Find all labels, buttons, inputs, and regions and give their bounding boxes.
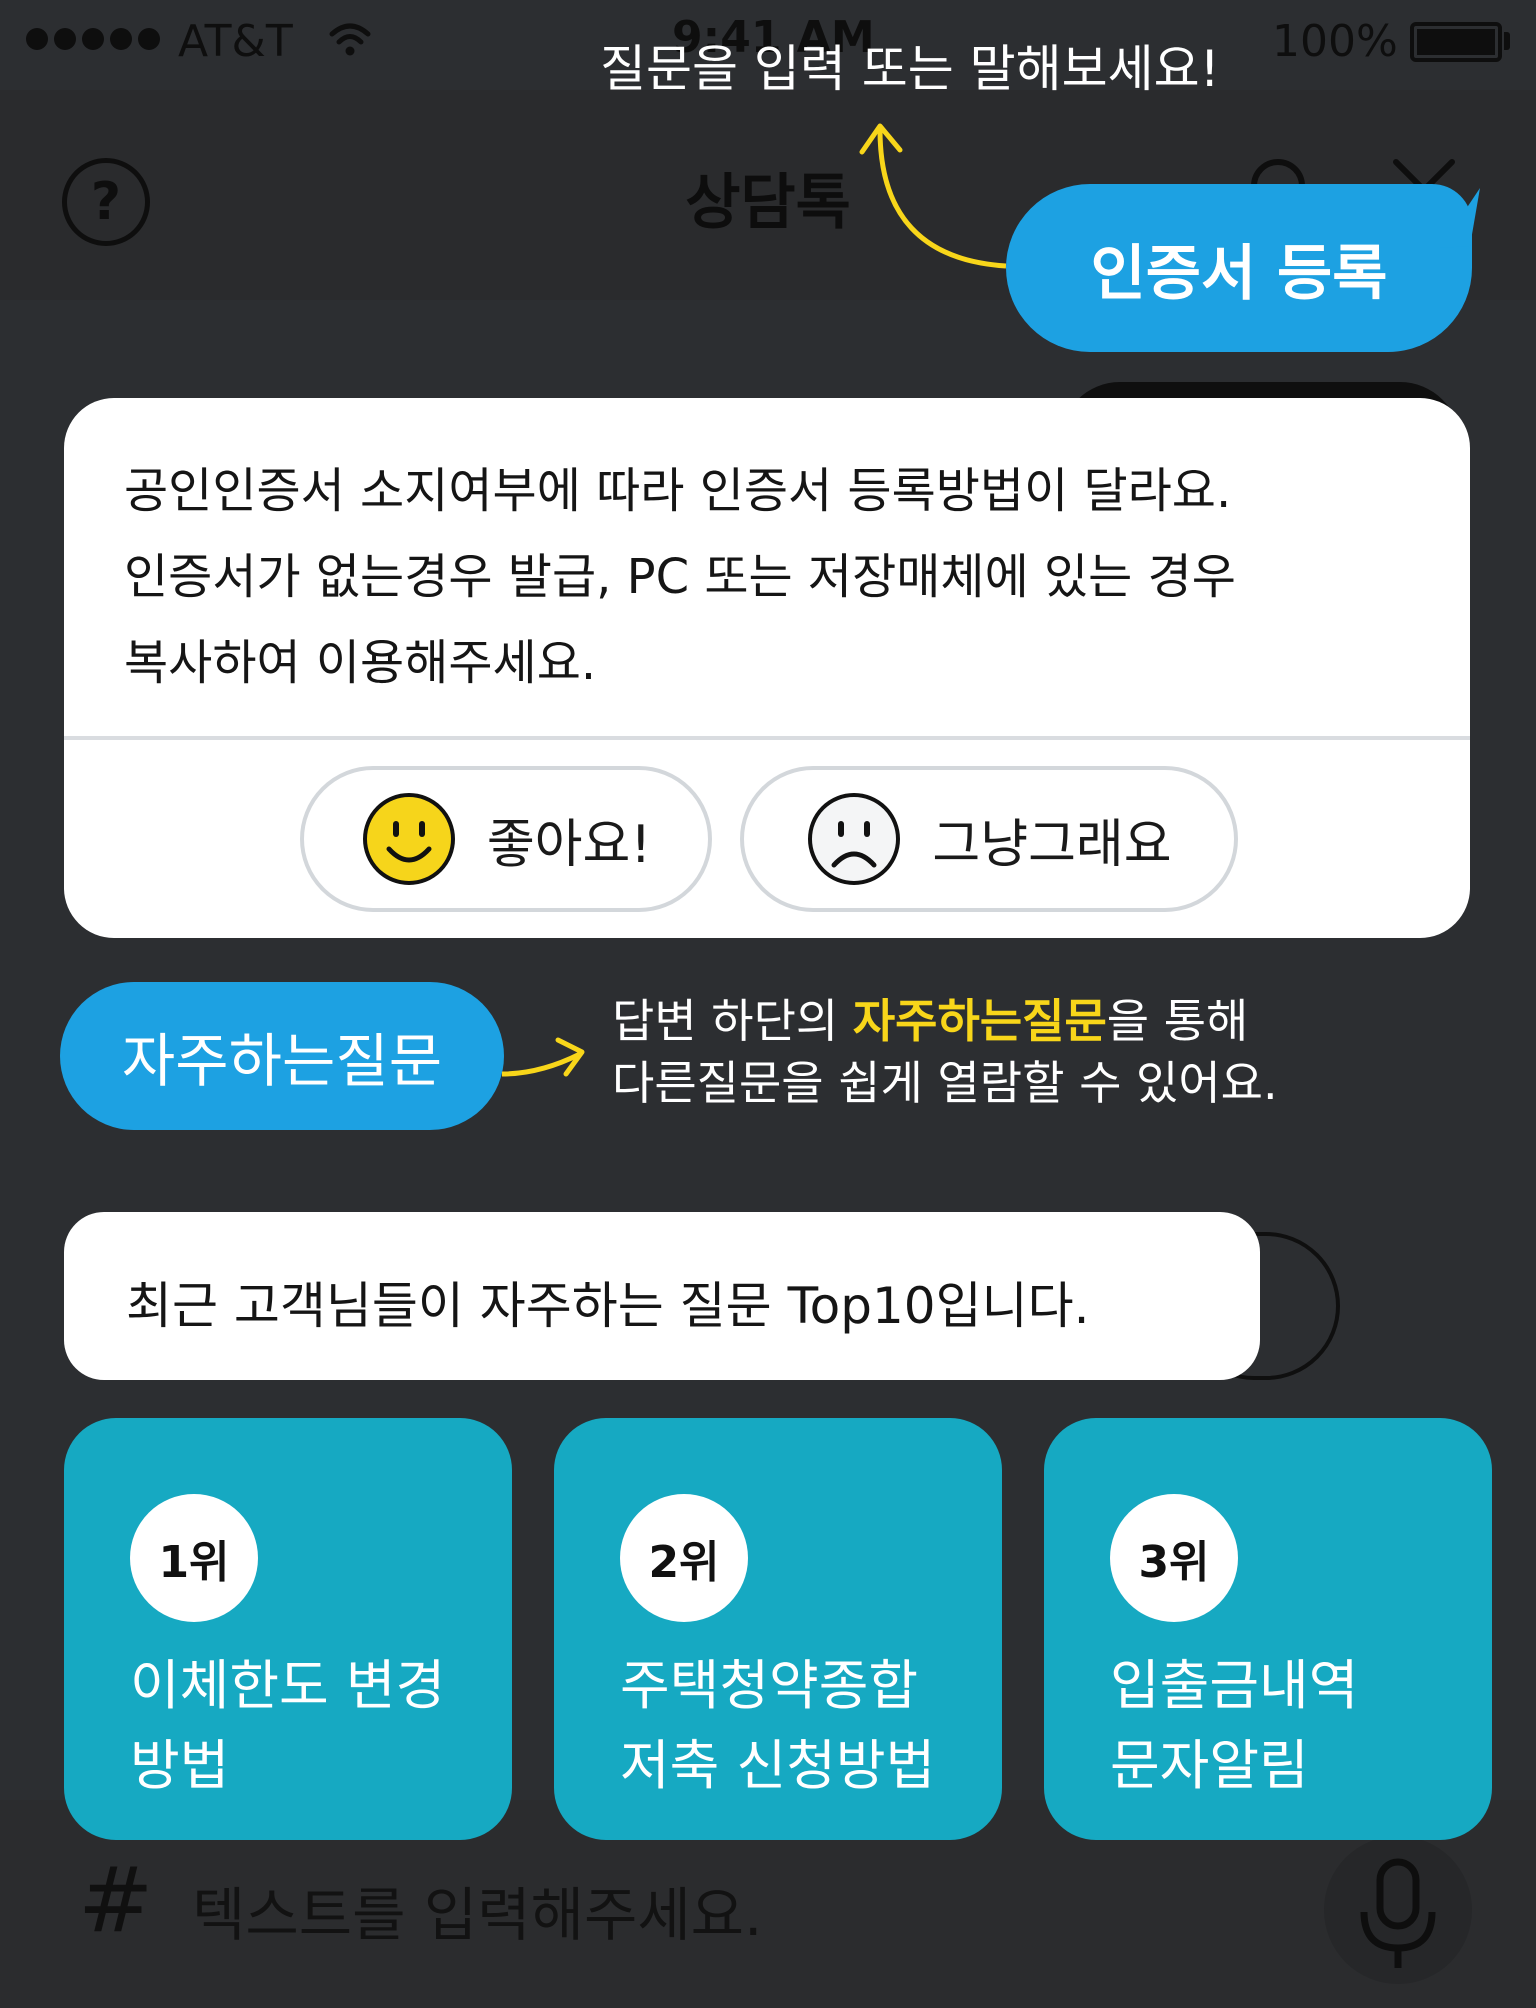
question-title: 입출금내역 문자알림 [1110, 1646, 1480, 1806]
question-line: 이체한도 변경 [130, 1654, 446, 1717]
battery-percent: 100% [1272, 16, 1398, 67]
answer-line: 공인인증서 소지여부에 따라 인증서 등록방법이 달라요. [124, 463, 1232, 519]
question-title: 주택청약종합 저축 신청방법 [620, 1646, 990, 1806]
hint-faq-text: 답변 하단의 [612, 994, 853, 1048]
like-button[interactable]: 좋아요! [300, 766, 712, 912]
user-question-bubble: 인증서 등록 [1006, 184, 1472, 352]
top-question-card[interactable]: 2위 주택청약종합 저축 신청방법 [554, 1418, 1002, 1840]
question-line: 방법 [130, 1734, 230, 1797]
arrow-icon [859, 123, 1007, 269]
top-question-card[interactable]: 1위 이체한도 변경 방법 [64, 1418, 512, 1840]
battery-icon [1410, 22, 1502, 62]
rank-badge: 2위 [620, 1494, 748, 1622]
hint-faq-text: 을 통해 [1106, 994, 1249, 1048]
smile-icon [362, 793, 455, 885]
question-line: 주택청약종합 [620, 1654, 919, 1717]
answer-card: 공인인증서 소지여부에 따라 인증서 등록방법이 달라요. 인증서가 없는경우 … [64, 398, 1470, 938]
hint-faq-highlight: 자주하는질문 [852, 994, 1107, 1048]
faq-intro-text: 최근 고객님들이 자주하는 질문 Top10입니다. [126, 1277, 1090, 1335]
meh-label: 그냥그래요 [932, 814, 1172, 875]
like-label: 좋아요! [486, 814, 652, 875]
meh-button[interactable]: 그냥그래요 [740, 766, 1238, 912]
hint-input: 질문을 입력 또는 말해보세요! [600, 40, 1220, 98]
faq-intro-card: 최근 고객님들이 자주하는 질문 Top10입니다. [64, 1212, 1260, 1380]
divider [64, 736, 1470, 740]
bubble-tail [1440, 188, 1480, 248]
battery-tip [1504, 32, 1510, 50]
rank-badge: 3위 [1110, 1494, 1238, 1622]
mic-button[interactable] [1324, 1836, 1472, 1984]
frown-icon [808, 793, 901, 885]
question-line: 입출금내역 [1110, 1654, 1359, 1717]
wifi-icon [329, 23, 371, 56]
top-question-card[interactable]: 3위 입출금내역 문자알림 [1044, 1418, 1492, 1840]
faq-button[interactable]: 자주하는질문 [60, 982, 504, 1130]
answer-line: 인증서가 없는경우 발급, PC 또는 저장매체에 있는 경우 [124, 549, 1236, 605]
arrow-icon [501, 1037, 585, 1077]
question-title: 이체한도 변경 방법 [130, 1646, 500, 1806]
message-input[interactable]: 텍스트를 입력해주세요. [192, 1868, 762, 1952]
question-line: 저축 신청방법 [620, 1734, 936, 1797]
mic-icon [1360, 1858, 1436, 1968]
signal-dots-icon [26, 28, 160, 50]
hashtag-button[interactable]: # [78, 1848, 153, 1953]
hint-faq: 답변 하단의 자주하는질문을 통해 다른질문을 쉽게 열람할 수 있어요. [612, 990, 1278, 1114]
hint-faq-line2: 다른질문을 쉽게 열람할 수 있어요. [612, 1056, 1278, 1110]
answer-text: 공인인증서 소지여부에 따라 인증서 등록방법이 달라요. 인증서가 없는경우 … [124, 448, 1414, 706]
answer-line: 복사하여 이용해주세요. [124, 635, 597, 691]
rank-badge: 1위 [130, 1494, 258, 1622]
question-line: 문자알림 [1110, 1734, 1309, 1797]
carrier-label: AT&T [178, 16, 293, 67]
